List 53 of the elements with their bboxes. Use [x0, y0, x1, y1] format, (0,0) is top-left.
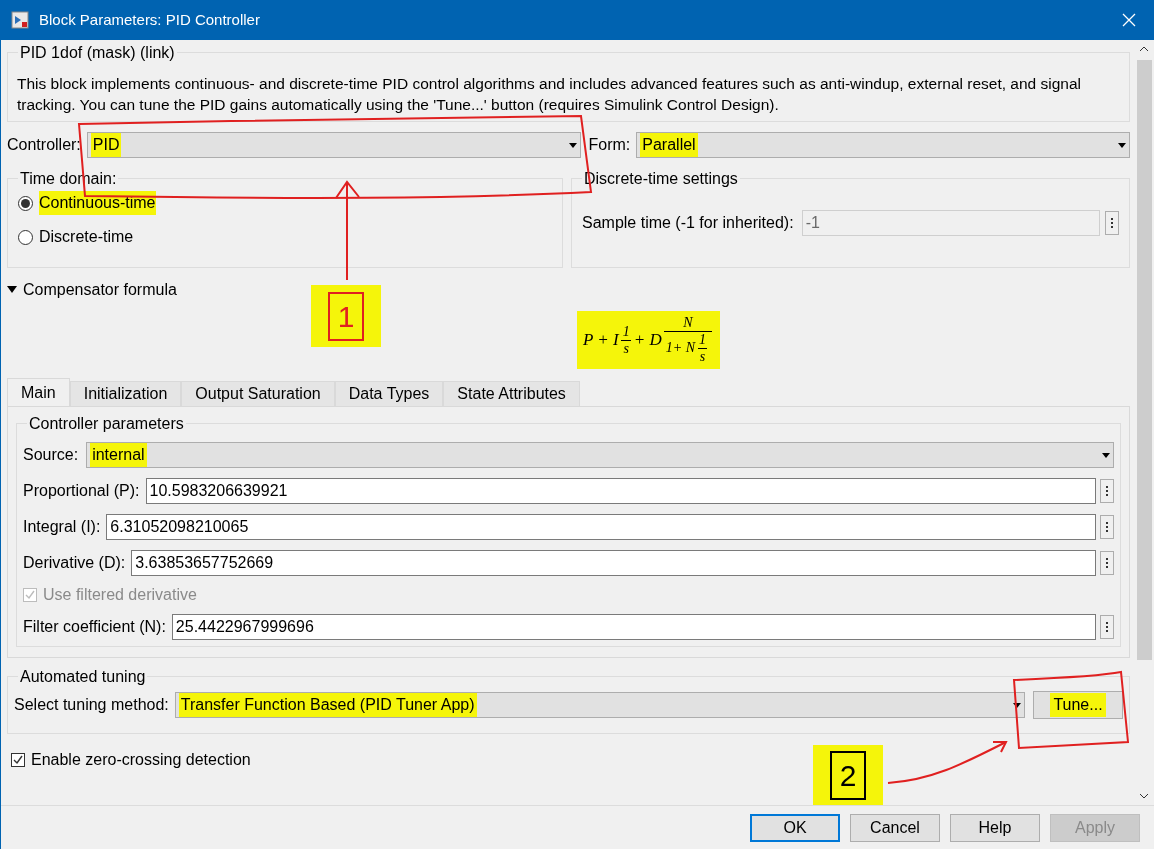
radio-button[interactable] [18, 229, 33, 245]
dialog-button[interactable]: Cancel [850, 813, 940, 842]
more-options-button[interactable] [1100, 515, 1114, 539]
window-title: Block Parameters: PID Controller [39, 9, 260, 30]
tab[interactable]: Initialization [69, 381, 182, 406]
controller-label: Controller: [7, 135, 81, 155]
parameter-field[interactable]: 6.31052098210065 [106, 514, 1096, 540]
parameter-label: Proportional (P): [23, 481, 140, 501]
parameter-field[interactable]: 3.63853657752669 [131, 550, 1096, 576]
scrollbar-thumb[interactable] [1136, 60, 1152, 660]
dropdown-caret-icon [1102, 452, 1110, 458]
tuning-method-dropdown[interactable]: Transfer Function Based (PID Tuner App) [174, 692, 1025, 718]
form-dropdown[interactable]: Parallel [636, 132, 1130, 158]
radio-label: Continuous-time [39, 191, 156, 215]
dialog-button[interactable]: Help [950, 813, 1040, 842]
parameter-label: Filter coefficient (N): [23, 617, 166, 637]
more-options-button[interactable] [1100, 479, 1114, 503]
dialog-button[interactable]: OK [750, 813, 840, 842]
sample-time-label: Sample time (-1 for inherited): [582, 213, 794, 233]
scroll-down-icon [1139, 793, 1149, 799]
dropdown-caret-icon [568, 142, 577, 148]
form-label: Form: [588, 135, 631, 155]
annotation-number: 2 [813, 745, 883, 805]
parameter-field[interactable]: 10.5983206639921 [145, 478, 1096, 504]
dropdown-caret-icon [1013, 702, 1021, 708]
tab[interactable]: Main [7, 378, 70, 406]
block-description: This block implements continuous- and discrete-time PID control algorithms and includes advanced features such as anti-windup, external reset, and signal tracking. You can tune the PID gains automatically using the 'Tune...' button (requires Simulink Control Design). [17, 74, 1083, 115]
checkbox-label: Enable zero-crossing detection [31, 750, 251, 770]
source-dropdown[interactable]: internal [86, 442, 1114, 468]
radio-label: Discrete-time [39, 227, 134, 247]
parameter-label: Integral (I): [23, 517, 101, 537]
close-icon [1122, 13, 1136, 27]
compensator-toggle[interactable]: Compensator formula [7, 278, 177, 302]
more-options-button[interactable] [1100, 615, 1114, 639]
tune-button[interactable]: Tune... [1033, 691, 1123, 719]
parameter-field[interactable]: 25.4422967999696 [171, 614, 1096, 640]
tab[interactable]: Output Saturation [181, 381, 335, 406]
annotation-number: 1 [311, 285, 381, 347]
radio-button[interactable] [18, 195, 33, 211]
tab[interactable]: State Attributes [443, 381, 580, 406]
dropdown-caret-icon [1118, 142, 1126, 148]
checkbox[interactable] [11, 753, 25, 767]
source-label: Source: [23, 445, 79, 465]
tuning-method-label: Select tuning method: [14, 695, 169, 715]
more-options-button[interactable] [1100, 551, 1114, 575]
app-icon [11, 11, 29, 29]
tab[interactable]: Data Types [334, 381, 444, 406]
parameter-label: Derivative (D): [23, 553, 126, 573]
scroll-up-icon [1139, 46, 1149, 52]
caret-icon [7, 286, 17, 294]
controller-dropdown[interactable]: PID [86, 132, 581, 158]
checkbox-label: Use filtered derivative [43, 585, 197, 605]
more-options-button[interactable] [1105, 211, 1119, 235]
